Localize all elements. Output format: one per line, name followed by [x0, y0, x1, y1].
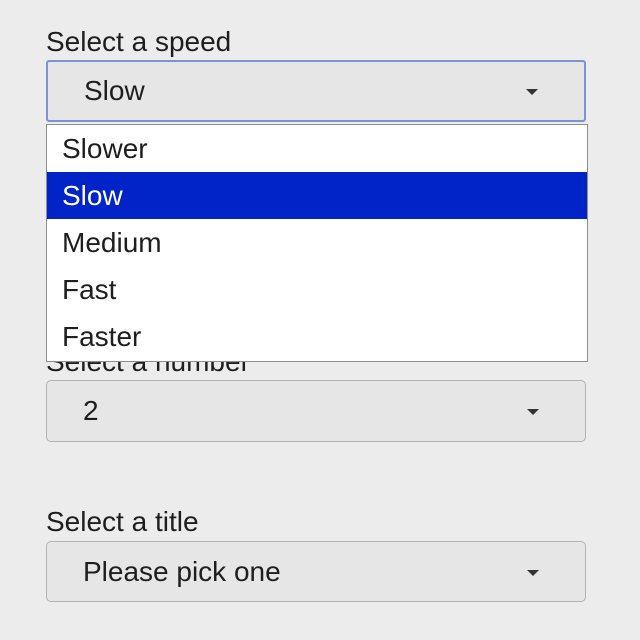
select-menu-demo: Select a speed Slow Slower Slow Medium F… — [0, 0, 640, 640]
number-select[interactable]: 2 — [46, 380, 586, 442]
option-fast[interactable]: Fast — [47, 266, 587, 313]
option-faster[interactable]: Faster — [47, 313, 587, 360]
speed-dropdown-menu: Slower Slow Medium Fast Faster — [46, 124, 588, 362]
title-select[interactable]: Please pick one — [46, 541, 586, 602]
chevron-down-icon — [527, 569, 539, 576]
speed-select-value: Slow — [84, 75, 145, 106]
option-slow[interactable]: Slow — [47, 172, 587, 219]
title-label: Select a title — [46, 506, 199, 537]
option-slower[interactable]: Slower — [47, 125, 587, 172]
chevron-down-icon — [527, 409, 539, 415]
option-medium[interactable]: Medium — [47, 219, 587, 266]
speed-label: Select a speed — [46, 26, 232, 57]
number-select-value: 2 — [83, 395, 99, 426]
speed-select[interactable]: Slow — [46, 60, 586, 122]
title-select-value: Please pick one — [83, 555, 281, 587]
chevron-down-icon — [526, 89, 538, 95]
